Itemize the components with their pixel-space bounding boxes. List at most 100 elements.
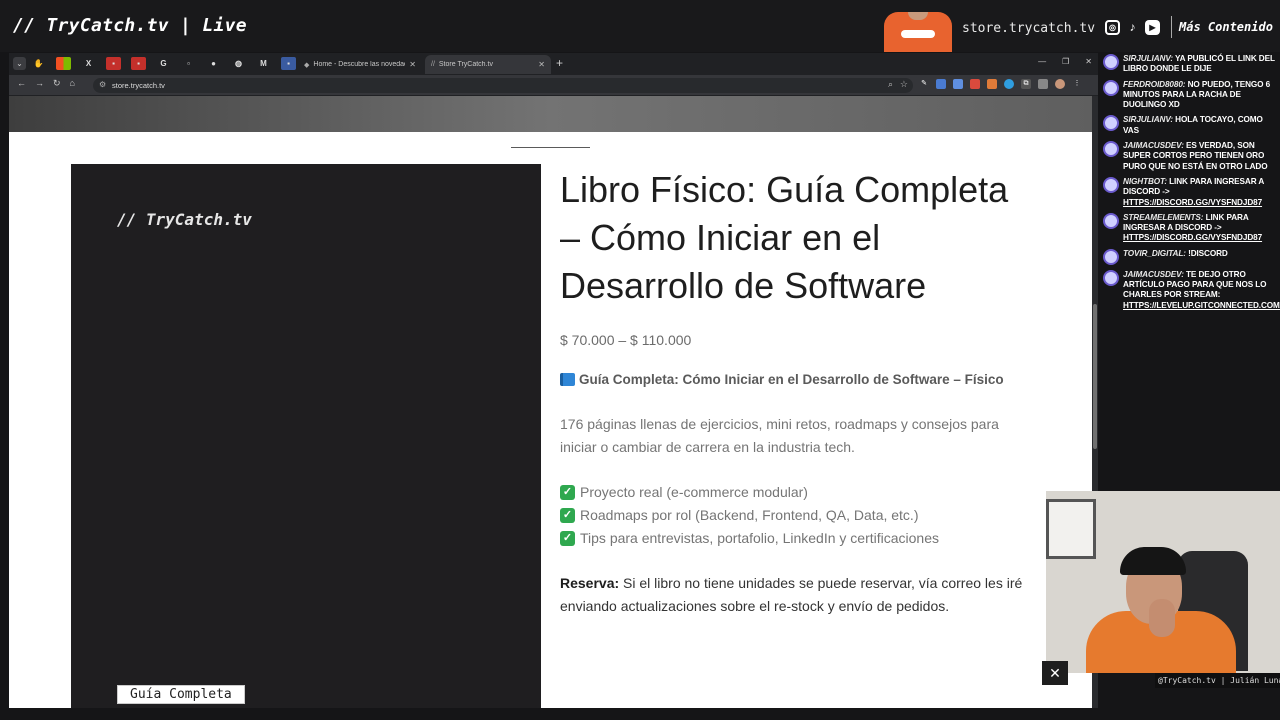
chat-avatar bbox=[1103, 141, 1119, 158]
chat-user: streamelements: bbox=[1123, 212, 1204, 222]
reserve-text: Si el libro no tiene unidades se puede r… bbox=[560, 575, 1023, 614]
tiktok-icon: ♪ bbox=[1129, 20, 1136, 34]
tab-close-icon[interactable]: ✕ bbox=[409, 60, 416, 69]
chat-message: sirjulianv: hola tocayo, como vas bbox=[1103, 115, 1280, 136]
more-content-label: Más Contenido bbox=[1179, 20, 1273, 34]
orange-extension-icon[interactable] bbox=[987, 79, 997, 89]
page-viewport: // TryCatch.tv Guía Completa Libro Físic… bbox=[9, 96, 1092, 708]
cyan-extension-icon[interactable] bbox=[1004, 79, 1014, 89]
pinned-tab-medium-icon[interactable]: M bbox=[256, 57, 271, 70]
tab-close-icon[interactable]: ✕ bbox=[538, 60, 545, 69]
stream-title: // TryCatch.tv | Live bbox=[13, 15, 247, 36]
chat-feed: sirjulianv: ya publicó el link del libro… bbox=[1103, 54, 1280, 354]
tab-store[interactable]: // Store TryCatch.tv ✕ bbox=[425, 55, 551, 74]
reload-icon[interactable]: ↻ bbox=[53, 78, 61, 89]
extension-icons: ✎ ⧉ ⋮ bbox=[919, 79, 1082, 89]
site-info-icon[interactable]: ⚙ bbox=[99, 80, 106, 89]
store-url-label: store.trycatch.tv bbox=[962, 21, 1096, 36]
product-description: 176 páginas llenas de ejercicios, mini r… bbox=[560, 416, 999, 455]
chat-link[interactable]: https://discord.gg/vysFNDJD87 bbox=[1123, 233, 1262, 242]
product-image[interactable]: // TryCatch.tv Guía Completa bbox=[71, 164, 541, 708]
chat-avatar bbox=[1103, 248, 1119, 265]
forward-icon[interactable]: → bbox=[35, 78, 44, 89]
chat-user: nightbot: bbox=[1123, 176, 1167, 186]
stream-header: // TryCatch.tv | Live store.trycatch.tv … bbox=[0, 0, 1280, 52]
tab-title: Store TryCatch.tv bbox=[438, 61, 493, 68]
address-bar[interactable]: ⚙ store.trycatch.tv ⌕ ☆ bbox=[93, 78, 913, 93]
chat-link[interactable]: https://levelup.gitconnected.com/i- bbox=[1123, 301, 1280, 310]
chat-user: jaimacusdev: bbox=[1123, 141, 1184, 151]
restore-icon[interactable]: ❐ bbox=[1062, 57, 1069, 66]
webcam-person-cap bbox=[1120, 547, 1186, 575]
chat-user: ferdroid8080: bbox=[1123, 79, 1186, 89]
chat-message: tovir_digital: !discord bbox=[1103, 248, 1280, 265]
product-info: Libro Físico: Guía Completa – Cómo Inici… bbox=[560, 166, 1030, 618]
close-icon[interactable]: ✕ bbox=[1042, 661, 1068, 685]
cover-tag: Guía Completa bbox=[117, 685, 245, 704]
stream-scene: // TryCatch.tv | Live store.trycatch.tv … bbox=[0, 0, 1280, 720]
reserve-note: Reserva: Si el libro no tiene unidades s… bbox=[560, 572, 1030, 618]
pinned-tab-red-app-icon[interactable]: ▪ bbox=[106, 57, 121, 70]
feature-item: ✓ Proyecto real (e-commerce modular) bbox=[560, 481, 1030, 504]
pinned-tabs: ✋ X ▪ ▪ G ▫ ● ◍ M ▪ bbox=[31, 57, 296, 70]
cover-brand: // TryCatch.tv bbox=[117, 210, 252, 229]
scroll-thumb[interactable] bbox=[1093, 304, 1097, 449]
chat-message: jaimacusdev: te dejo otro artículo pago … bbox=[1103, 269, 1280, 311]
pinned-tab-github-icon[interactable]: ● bbox=[206, 57, 221, 70]
translate-extension-icon[interactable] bbox=[953, 79, 963, 89]
subtitle-text: Guía Completa: Cómo Iniciar en el Desarr… bbox=[579, 372, 1004, 387]
hero-banner bbox=[9, 96, 1092, 132]
minimize-icon[interactable]: — bbox=[1038, 57, 1046, 66]
header-divider bbox=[1171, 16, 1172, 38]
blue-extension-icon[interactable] bbox=[936, 79, 946, 89]
chat-text: !discord bbox=[1185, 248, 1228, 258]
pinned-tab-x-icon[interactable]: X bbox=[81, 57, 96, 70]
menu-kebab-icon[interactable]: ⋮ bbox=[1072, 79, 1082, 89]
chat-avatar bbox=[1103, 269, 1119, 286]
webcam-caption: @TryCatch.tv | Julián Luna bbox=[1155, 673, 1280, 688]
chat-user: tovir_digital: bbox=[1123, 248, 1186, 258]
puzzle-extension-icon[interactable]: ⧉ bbox=[1021, 79, 1031, 89]
section-divider bbox=[511, 147, 590, 148]
tab-strip: ⌄ ✋ X ▪ ▪ G ▫ ● ◍ M ▪ ◆ Home - Descubre … bbox=[9, 53, 1098, 74]
chat-user: sirjulianv: bbox=[1123, 115, 1173, 125]
pinned-tab-globe-icon[interactable]: ◍ bbox=[231, 57, 246, 70]
new-tab-button[interactable]: + bbox=[556, 56, 563, 70]
tab-home[interactable]: ◆ Home - Descubre las novedades ✕ bbox=[298, 55, 422, 74]
pinned-tab-hand-icon[interactable]: ✋ bbox=[31, 57, 46, 70]
pinned-tab-google-icon[interactable]: G bbox=[156, 57, 171, 70]
pen-extension-icon[interactable]: ✎ bbox=[919, 79, 929, 89]
reserve-label: Reserva: bbox=[560, 575, 620, 591]
tab-favicon-label: // bbox=[431, 61, 435, 68]
address-url: store.trycatch.tv bbox=[112, 81, 165, 90]
chat-link[interactable]: https://discord.gg/vysFNDJD87 bbox=[1123, 198, 1262, 207]
social-icons: ◎ ♪ ▶ bbox=[1105, 20, 1160, 35]
pinned-tab-red-app-2-icon[interactable]: ▪ bbox=[131, 57, 146, 70]
youtube-icon: ▶ bbox=[1145, 20, 1160, 35]
instagram-icon: ◎ bbox=[1105, 20, 1120, 35]
check-icon: ✓ bbox=[560, 531, 575, 546]
pinned-tab-notion-icon[interactable]: ▫ bbox=[181, 57, 196, 70]
red-extension-icon[interactable] bbox=[970, 79, 980, 89]
back-icon[interactable]: ← bbox=[17, 78, 26, 89]
book-icon bbox=[560, 373, 575, 386]
tab-search-button[interactable]: ⌄ bbox=[13, 57, 26, 70]
webcam-feed bbox=[1046, 491, 1280, 673]
chat-avatar bbox=[1103, 54, 1119, 70]
check-icon: ✓ bbox=[560, 485, 575, 500]
window-controls: — ❐ ✕ bbox=[1038, 57, 1092, 66]
pinned-tab-blue-app-icon[interactable]: ▪ bbox=[281, 57, 296, 70]
close-window-icon[interactable]: ✕ bbox=[1085, 57, 1092, 66]
chat-avatar bbox=[1103, 79, 1119, 96]
home-icon[interactable]: ⌂ bbox=[70, 78, 75, 89]
bookmark-star-icon[interactable]: ☆ bbox=[900, 79, 908, 90]
profile-avatar[interactable] bbox=[1055, 79, 1065, 89]
chat-message: nightbot: Link para ingresar a Discord -… bbox=[1103, 176, 1280, 208]
pinned-tab-microsoft-icon[interactable] bbox=[56, 57, 71, 70]
sidepanel-icon[interactable] bbox=[1038, 79, 1048, 89]
chat-message: sirjulianv: ya publicó el link del libro… bbox=[1103, 54, 1280, 75]
product-title: Libro Físico: Guía Completa – Cómo Inici… bbox=[560, 169, 1009, 306]
chat-message: streamelements: Link para ingresar a Dis… bbox=[1103, 212, 1280, 244]
feature-text: Tips para entrevistas, portafolio, Linke… bbox=[580, 530, 939, 546]
zoom-icon[interactable]: ⌕ bbox=[888, 79, 893, 90]
